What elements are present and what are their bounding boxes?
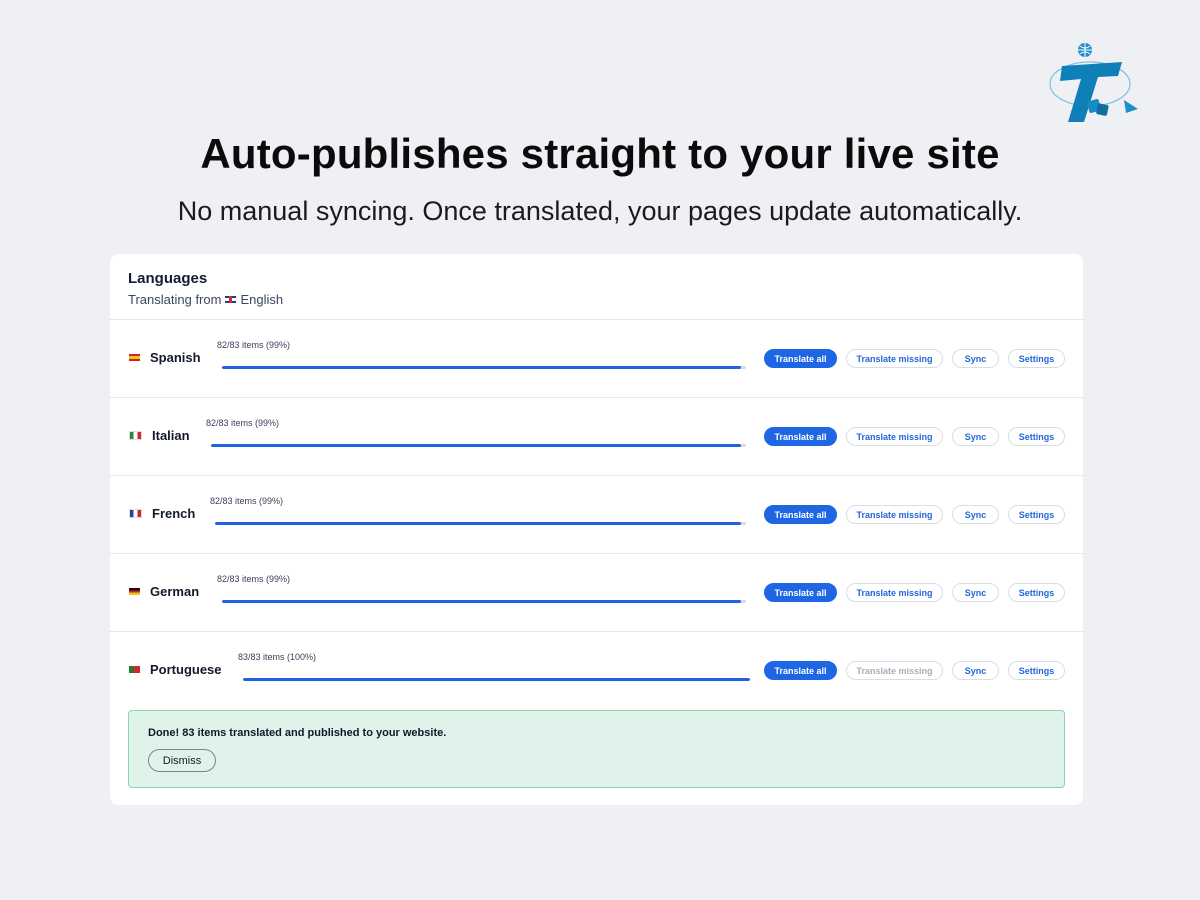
language-name-cell: French (129, 506, 195, 521)
settings-button[interactable]: Settings (1008, 661, 1065, 680)
language-name-cell: German (129, 584, 199, 599)
language-row-portuguese: Portuguese 83/83 items (100%) Translate … (110, 631, 1083, 710)
sync-button[interactable]: Sync (952, 661, 999, 680)
translate-missing-button[interactable]: Translate missing (846, 349, 943, 368)
source-language: English (240, 292, 284, 307)
progress-bar (243, 678, 750, 681)
language-name-cell: Italian (129, 428, 190, 443)
flag-portugal-icon (129, 666, 140, 673)
progress-count: 83/83 items (100%) (238, 652, 317, 662)
progress-fill (222, 600, 741, 603)
translate-missing-button: Translate missing (846, 661, 943, 680)
row-actions: Translate all Translate missing Sync Set… (764, 661, 1065, 680)
flag-uk-icon (225, 296, 237, 303)
language-row-italian: Italian 82/83 items (99%) Translate all … (110, 397, 1083, 476)
translate-all-button[interactable]: Translate all (764, 583, 837, 602)
row-actions: Translate all Translate missing Sync Set… (764, 583, 1065, 602)
progress-count: 82/83 items (99%) (217, 574, 291, 584)
row-actions: Translate all Translate missing Sync Set… (764, 505, 1065, 524)
flag-germany-icon (129, 588, 140, 595)
hero-subtitle: No manual syncing. Once translated, your… (177, 196, 1023, 226)
progress-fill (215, 522, 741, 525)
row-actions: Translate all Translate missing Sync Set… (764, 427, 1065, 446)
language-name-cell: Spanish (129, 350, 201, 365)
flag-spain-icon (129, 354, 140, 361)
card-title: Languages (128, 270, 208, 287)
languages-card: Languages Translating from English Spani… (110, 254, 1083, 805)
translate-missing-button[interactable]: Translate missing (846, 427, 943, 446)
progress-count: 82/83 items (99%) (206, 418, 280, 428)
progress-count: 82/83 items (99%) (217, 340, 291, 350)
translating-from: Translating from English (128, 292, 283, 307)
sync-button[interactable]: Sync (952, 583, 999, 602)
language-row-german: German 82/83 items (99%) Translate all T… (110, 553, 1083, 632)
language-name: Portuguese (150, 662, 222, 677)
language-name: Italian (152, 428, 190, 443)
settings-button[interactable]: Settings (1008, 505, 1065, 524)
progress-bar (211, 444, 746, 447)
progress-bar (215, 522, 746, 525)
brand-logo (1049, 43, 1138, 122)
progress-bar (222, 600, 746, 603)
sync-button[interactable]: Sync (952, 427, 999, 446)
success-message: Done! 83 items translated and published … (148, 727, 447, 739)
progress-fill (211, 444, 741, 447)
translate-all-button[interactable]: Translate all (764, 427, 837, 446)
settings-button[interactable]: Settings (1008, 583, 1065, 602)
translate-missing-button[interactable]: Translate missing (846, 505, 943, 524)
dismiss-button[interactable]: Dismiss (148, 749, 216, 772)
language-row-french: French 82/83 items (99%) Translate all T… (110, 475, 1083, 554)
flag-italy-icon (129, 431, 142, 440)
translate-all-button[interactable]: Translate all (764, 349, 837, 368)
success-notice: Done! 83 items translated and published … (128, 710, 1065, 788)
translate-all-button[interactable]: Translate all (764, 505, 837, 524)
translate-all-button[interactable]: Translate all (764, 661, 837, 680)
flag-france-icon (129, 509, 142, 518)
progress-count: 82/83 items (99%) (210, 496, 284, 506)
language-name: French (152, 506, 196, 521)
progress-bar (222, 366, 746, 369)
language-row-spanish: Spanish 82/83 items (99%) Translate all … (110, 319, 1083, 398)
card-header: Languages Translating from English (128, 270, 283, 307)
sync-button[interactable]: Sync (952, 505, 999, 524)
language-name-cell: Portuguese (129, 662, 222, 677)
translate-missing-button[interactable]: Translate missing (846, 583, 943, 602)
translating-from-label: Translating from (128, 292, 222, 307)
row-actions: Translate all Translate missing Sync Set… (764, 349, 1065, 368)
settings-button[interactable]: Settings (1008, 349, 1065, 368)
progress-fill (243, 678, 750, 681)
progress-fill (222, 366, 741, 369)
language-name: German (150, 584, 200, 599)
language-name: Spanish (150, 350, 201, 365)
hero-title: Auto-publishes straight to your live sit… (200, 130, 1000, 177)
settings-button[interactable]: Settings (1008, 427, 1065, 446)
sync-button[interactable]: Sync (952, 349, 999, 368)
